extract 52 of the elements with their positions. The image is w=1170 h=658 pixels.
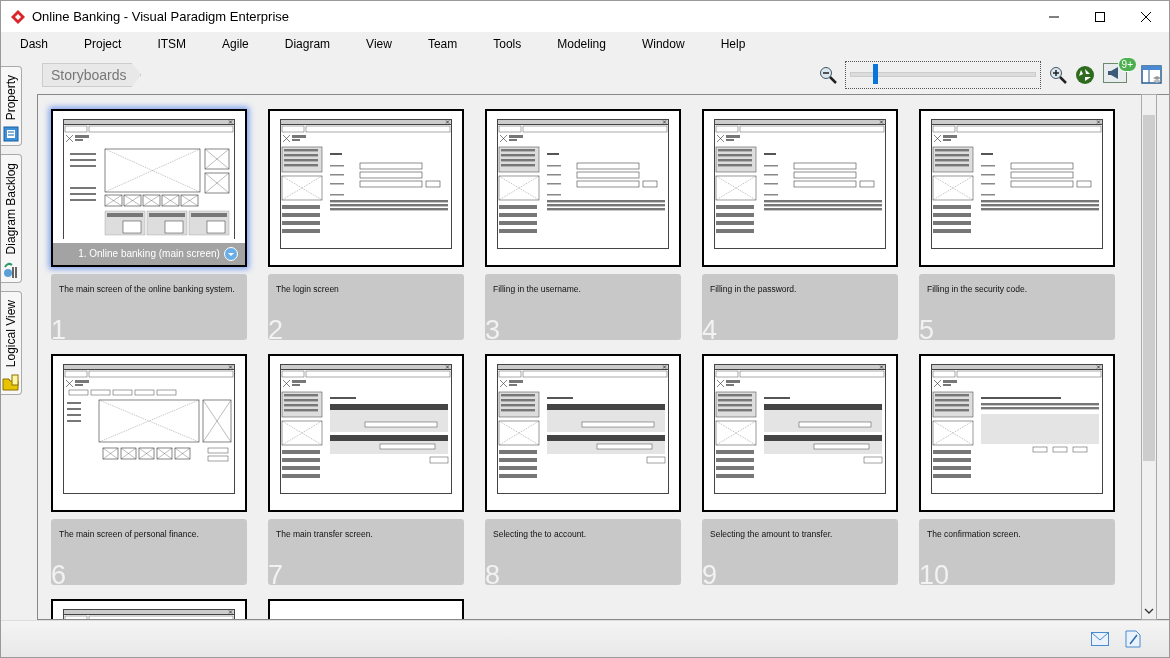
storyboard-thumbnail[interactable]	[919, 108, 1115, 267]
storyboard-caption: 1. Online banking (main screen)	[53, 242, 245, 265]
zoom-out-icon[interactable]	[819, 65, 837, 84]
folder-icon	[2, 372, 20, 391]
storyboard-thumbnail[interactable]	[51, 353, 247, 512]
close-icon[interactable]	[1140, 10, 1152, 23]
vertical-scrollbar[interactable]	[1141, 94, 1157, 620]
storyboard-thumbnail[interactable]	[702, 353, 898, 512]
description-text: The confirmation screen.	[927, 528, 1021, 539]
refresh-icon[interactable]	[1075, 64, 1095, 85]
window-title: Online Banking - Visual Paradigm Enterprise	[32, 9, 289, 24]
zoom-in-icon[interactable]	[1049, 65, 1067, 84]
description-text: Filling in the security code.	[927, 283, 1028, 294]
description-text: Selecting the amount to transfer.	[710, 528, 833, 539]
mail-icon[interactable]	[1091, 632, 1109, 646]
side-tab[interactable]: Diagram Backlog	[1, 154, 22, 283]
notification-badge: 9+	[1117, 56, 1137, 72]
maximize-icon[interactable]	[1094, 10, 1106, 23]
description-text: The main screen of personal finance.	[59, 528, 199, 539]
description-text: The main transfer screen.	[276, 528, 373, 539]
description-text: The login screen	[276, 283, 339, 294]
description-text: Selecting the to account.	[493, 528, 587, 539]
side-tab[interactable]: Logical View	[1, 290, 22, 395]
storyboard-thumbnail[interactable]	[268, 108, 464, 267]
description-text: Filling in the password.	[710, 283, 797, 294]
menu-item[interactable]: Window	[641, 37, 685, 51]
menu-item[interactable]: Modeling	[557, 37, 606, 51]
storyboard-thumbnail[interactable]	[702, 108, 898, 267]
menu-item[interactable]: Diagram	[284, 37, 331, 51]
menu-item[interactable]: ITSM	[157, 37, 187, 51]
menu-item[interactable]: Project	[84, 37, 122, 51]
description-text: The main screen of the online banking system.	[59, 283, 235, 294]
app-logo-icon	[10, 8, 26, 25]
menu-item[interactable]: Dash	[20, 37, 48, 51]
backlog-icon	[3, 260, 19, 279]
storyboard-thumbnail[interactable]	[485, 108, 681, 267]
menu-item[interactable]: Tools	[493, 37, 522, 51]
breadcrumb-tab[interactable]: Storyboards	[42, 62, 142, 87]
storyboard-thumbnail[interactable]	[919, 353, 1115, 512]
scroll-down-icon[interactable]	[1144, 607, 1154, 615]
document-icon[interactable]	[1125, 630, 1141, 648]
storyboard-thumbnail[interactable]	[485, 353, 681, 512]
property-icon	[3, 126, 19, 143]
menu-item[interactable]: Help	[720, 37, 746, 51]
storyboard-thumbnail[interactable]	[268, 353, 464, 512]
menu-item[interactable]: Agile	[222, 37, 249, 51]
side-tab[interactable]: Property	[1, 66, 22, 147]
menu-item[interactable]: View	[366, 37, 392, 51]
description-text: Filling in the username.	[493, 283, 581, 294]
zoom-slider[interactable]	[845, 60, 1041, 89]
layout-icon[interactable]	[1141, 63, 1163, 86]
menu-item[interactable]: Team	[427, 37, 458, 51]
